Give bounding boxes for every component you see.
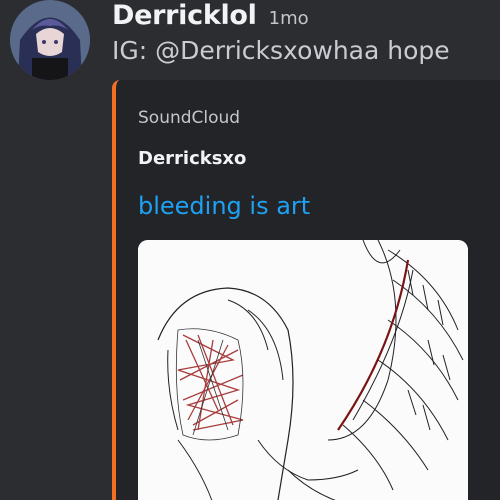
avatar-image	[10, 0, 90, 80]
embed-thumbnail-image[interactable]	[138, 240, 468, 500]
embed-author[interactable]: Derricksxo	[138, 148, 246, 169]
sketch-artwork	[138, 240, 468, 500]
timestamp: 1mo	[268, 8, 309, 29]
message-header: Derricklol 1mo	[112, 0, 309, 34]
username[interactable]: Derricklol	[112, 0, 257, 31]
embed-provider[interactable]: SoundCloud	[138, 108, 240, 128]
user-avatar[interactable]	[10, 0, 90, 80]
message-content: IG: @Derricksxowhaa hope	[112, 36, 450, 65]
link-embed: SoundCloud Derricksxo bleeding is art	[112, 80, 500, 500]
embed-title-link[interactable]: bleeding is art	[138, 192, 310, 220]
chat-message: Derricklol 1mo IG: @Derricksxowhaa hope …	[0, 0, 500, 500]
